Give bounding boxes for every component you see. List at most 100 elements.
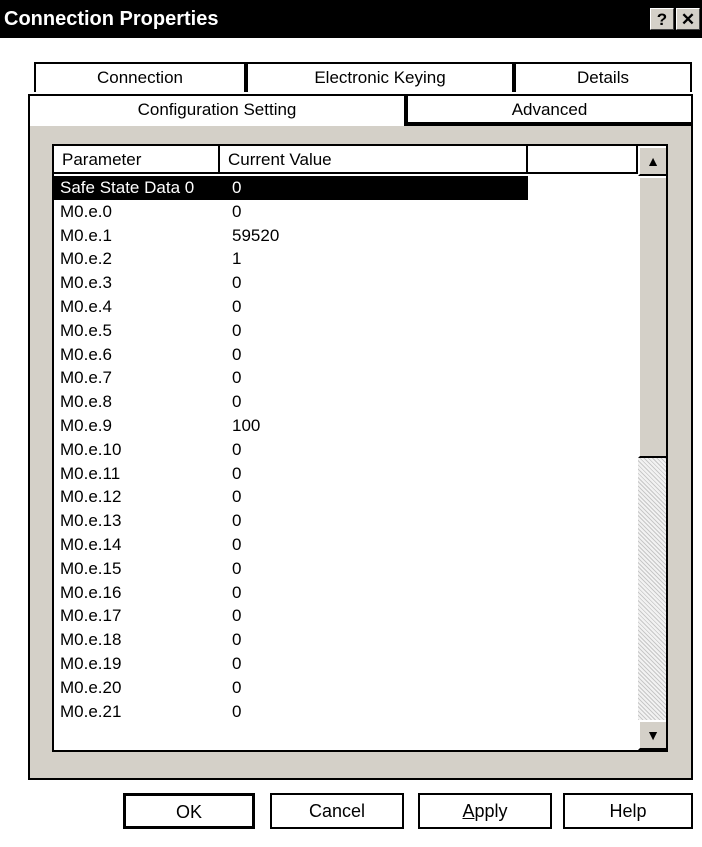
scroll-track[interactable]: [638, 458, 666, 720]
apply-label: pply: [474, 801, 508, 821]
cancel-button[interactable]: Cancel: [270, 793, 404, 829]
param-name: M0.e.18: [60, 630, 122, 650]
param-name: M0.e.3: [60, 273, 112, 293]
ok-button[interactable]: OK: [123, 793, 255, 829]
param-value: 0: [232, 320, 242, 340]
param-name: M0.e.8: [60, 392, 112, 412]
column-header-empty[interactable]: [528, 146, 638, 174]
table-row[interactable]: M0.e.9 100: [54, 414, 636, 438]
tab-label: Electronic Keying: [314, 68, 446, 87]
param-value: 0: [232, 582, 242, 602]
param-name: M0.e.9: [60, 415, 112, 435]
param-value: 0: [232, 558, 242, 578]
param-name: M0.e.10: [60, 439, 122, 459]
table-row[interactable]: M0.e.0 0: [54, 200, 636, 224]
param-value: 0: [232, 653, 242, 673]
list-rows: Safe State Data 0 0 M0.e.0 0 M0.e.1 59520 M…: [54, 176, 636, 723]
tab-advanced[interactable]: Advanced: [406, 94, 693, 124]
help-button[interactable]: Help: [563, 793, 693, 829]
param-name: M0.e.13: [60, 511, 122, 531]
param-name: M0.e.7: [60, 368, 112, 388]
param-value: 0: [232, 701, 242, 721]
tab-label: Configuration Setting: [137, 100, 297, 119]
table-row[interactable]: M0.e.20 0: [54, 676, 636, 700]
param-value: 0: [232, 273, 242, 293]
table-row[interactable]: M0.e.5 0: [54, 319, 636, 343]
param-name: M0.e.11: [60, 463, 121, 483]
vertical-scrollbar[interactable]: ▲ ▼: [638, 146, 666, 750]
param-name: Safe State Data 0: [60, 178, 195, 197]
table-row[interactable]: M0.e.3 0: [54, 271, 636, 295]
table-row[interactable]: M0.e.6 0: [54, 343, 636, 367]
param-value: 0: [232, 511, 242, 531]
param-name: M0.e.14: [60, 534, 122, 554]
param-value: 0: [232, 178, 242, 197]
param-value: 100: [232, 415, 261, 435]
table-row[interactable]: M0.e.2 1: [54, 247, 636, 271]
table-row[interactable]: M0.e.21 0: [54, 700, 636, 724]
param-name: M0.e.19: [60, 653, 122, 673]
param-value: 0: [232, 439, 242, 459]
tab-label: Connection: [96, 68, 183, 87]
param-value: 0: [232, 368, 242, 388]
apply-mnemonic: A: [462, 801, 475, 821]
table-row[interactable]: M0.e.15 0: [54, 557, 636, 581]
column-header-current-value[interactable]: Current Value: [220, 146, 528, 174]
tab-details[interactable]: Details: [514, 62, 692, 92]
param-name: M0.e.15: [60, 558, 122, 578]
param-name: M0.e.5: [60, 320, 112, 340]
param-value: 0: [232, 606, 242, 626]
param-name: M0.e.0: [60, 201, 112, 221]
param-name: M0.e.4: [60, 296, 112, 316]
help-icon[interactable]: ?: [650, 8, 674, 30]
param-value: 0: [232, 630, 242, 650]
scroll-down-icon[interactable]: ▼: [638, 720, 666, 750]
param-name: M0.e.20: [60, 677, 122, 697]
param-name: M0.e.21: [60, 701, 122, 721]
tab-label: Advanced: [511, 100, 588, 119]
param-name: M0.e.16: [60, 582, 122, 602]
param-value: 0: [232, 344, 242, 364]
panel-top-border: [406, 124, 693, 126]
tab-configuration-setting[interactable]: Configuration Setting: [28, 94, 406, 126]
table-row[interactable]: M0.e.1 59520: [54, 224, 636, 248]
table-row[interactable]: M0.e.4 0: [54, 295, 636, 319]
table-row[interactable]: M0.e.18 0: [54, 628, 636, 652]
table-row[interactable]: Safe State Data 0 0: [54, 176, 528, 200]
param-name: M0.e.17: [60, 606, 122, 626]
table-row[interactable]: M0.e.10 0: [54, 438, 636, 462]
param-value: 0: [232, 201, 242, 221]
scroll-thumb[interactable]: [638, 176, 666, 458]
param-name: M0.e.6: [60, 344, 112, 364]
param-value: 59520: [232, 225, 280, 245]
scroll-up-icon[interactable]: ▲: [638, 146, 666, 176]
window-title: Connection Properties: [4, 8, 219, 30]
param-value: 0: [232, 677, 242, 697]
table-row[interactable]: M0.e.11 0: [54, 462, 636, 486]
param-value: 0: [232, 463, 242, 483]
list-header: Parameter Current Value: [54, 146, 666, 176]
param-name: M0.e.12: [60, 487, 122, 507]
column-header-parameter[interactable]: Parameter: [54, 146, 220, 174]
parameter-list[interactable]: Parameter Current Value Safe State Data …: [52, 144, 668, 752]
table-row[interactable]: M0.e.16 0: [54, 581, 636, 605]
table-row[interactable]: M0.e.17 0: [54, 604, 636, 628]
param-value: 0: [232, 534, 242, 554]
tab-label: Details: [577, 68, 629, 87]
table-row[interactable]: M0.e.14 0: [54, 533, 636, 557]
param-value: 0: [232, 392, 242, 412]
table-row[interactable]: M0.e.7 0: [54, 366, 636, 390]
param-value: 1: [232, 249, 242, 269]
table-row[interactable]: M0.e.19 0: [54, 652, 636, 676]
dialog-window: Connection Properties ? ✕ Connection Ele…: [0, 0, 702, 847]
apply-button[interactable]: Apply: [418, 793, 552, 829]
table-row[interactable]: M0.e.8 0: [54, 390, 636, 414]
table-row[interactable]: M0.e.12 0: [54, 485, 636, 509]
tab-electronic-keying[interactable]: Electronic Keying: [246, 62, 514, 92]
table-row[interactable]: M0.e.13 0: [54, 509, 636, 533]
tab-connection[interactable]: Connection: [34, 62, 246, 92]
title-bar: Connection Properties ? ✕: [0, 0, 702, 38]
param-name: M0.e.2: [60, 249, 112, 269]
close-icon[interactable]: ✕: [676, 8, 700, 30]
param-value: 0: [232, 487, 242, 507]
